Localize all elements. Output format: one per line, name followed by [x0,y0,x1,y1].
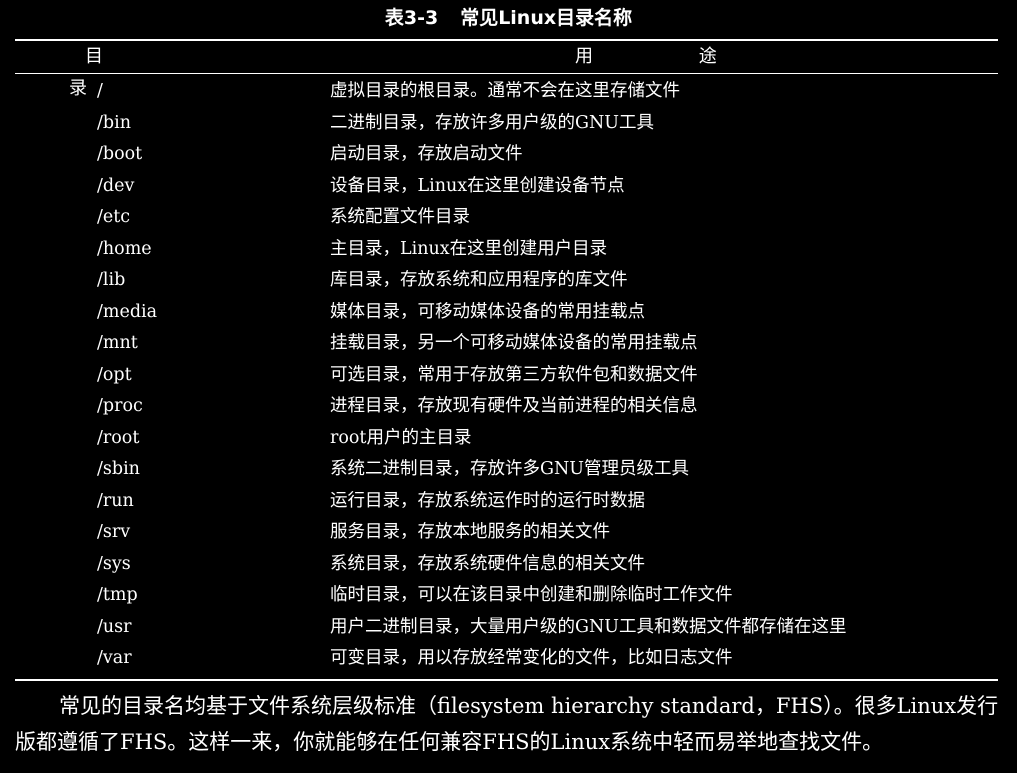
directory-cell: /root [97,427,140,448]
directory-cell: /home [97,238,152,259]
table-row: /var 可变目录，用以存放经常变化的文件，比如日志文件 [15,643,998,675]
directory-cell: /srv [97,522,131,542]
directory-cell: /media [97,301,158,322]
directory-cell: / [97,81,103,101]
table-row: /tmp 临时目录，可以在该目录中创建和删除临时工作文件 [15,580,998,612]
purpose-cell: 设备目录，Linux在这里创建设备节点 [330,175,625,196]
purpose-cell: root用户的主目录 [330,427,472,448]
directory-cell: /boot [97,144,143,164]
directory-cell: /opt [97,364,132,385]
table-row: /run 运行目录，存放系统运作时的运行时数据 [15,486,998,518]
table-bottom-rule [15,678,998,681]
purpose-cell: 库目录，存放系统和应用程序的库文件 [330,270,628,290]
directory-cell: /etc [97,207,131,227]
purpose-cell: 临时目录，可以在该目录中创建和删除临时工作文件 [330,585,733,605]
table-row: /usr 用户二进制目录，大量用户级的GNU工具和数据文件都存储在这里 [15,612,998,644]
directory-cell: /proc [97,396,143,416]
header-purpose: 用 途 [575,46,767,67]
table-row: /sys 系统目录，存放系统硬件信息的相关文件 [15,549,998,581]
directory-cell: /tmp [97,585,138,605]
table-row: / 虚拟目录的根目录。通常不会在这里存储文件 [15,76,998,108]
table-caption: 表3-3 常见Linux目录名称 [0,4,1017,32]
table-row: /mnt 挂载目录，另一个可移动媒体设备的常用挂载点 [15,328,998,360]
purpose-cell: 可变目录，用以存放经常变化的文件，比如日志文件 [330,648,733,668]
purpose-cell: 用户二进制目录，大量用户级的GNU工具和数据文件都存储在这里 [330,616,847,637]
table-row: /sbin 系统二进制目录，存放许多GNU管理员级工具 [15,454,998,486]
body-paragraph: 常见的目录名均基于文件系统层级标准（filesystem hierarchy s… [15,694,999,754]
purpose-cell: 主目录，Linux在这里创建用户目录 [330,238,608,259]
purpose-cell: 系统配置文件目录 [330,207,470,227]
directory-cell: /dev [97,175,135,196]
purpose-cell: 二进制目录，存放许多用户级的GNU工具 [330,112,655,133]
purpose-cell: 媒体目录，可移动媒体设备的常用挂载点 [330,301,645,322]
directory-cell: /var [97,648,132,668]
directory-cell: /usr [97,616,132,637]
purpose-cell: 启动目录，存放启动文件 [330,144,523,164]
purpose-cell: 可选目录，常用于存放第三方软件包和数据文件 [330,364,698,385]
table-row: /proc 进程目录，存放现有硬件及当前进程的相关信息 [15,391,998,423]
directory-cell: /mnt [97,333,138,353]
directory-cell: /bin [97,112,131,133]
purpose-cell: 运行目录，存放系统运作时的运行时数据 [330,490,645,511]
table-row: /bin 二进制目录，存放许多用户级的GNU工具 [15,108,998,140]
directory-cell: /run [97,490,134,511]
purpose-cell: 系统二进制目录，存放许多GNU管理员级工具 [330,459,690,479]
table-row: /srv 服务目录，存放本地服务的相关文件 [15,517,998,549]
table-row: /media 媒体目录，可移动媒体设备的常用挂载点 [15,297,998,329]
purpose-cell: 虚拟目录的根目录。通常不会在这里存储文件 [330,81,680,101]
table-row: /boot 启动目录，存放启动文件 [15,139,998,171]
table-number: 表3-3 [384,7,439,29]
table-row: /lib 库目录，存放系统和应用程序的库文件 [15,265,998,297]
directory-cell: /lib [97,270,126,290]
table-row: /opt 可选目录，常用于存放第三方软件包和数据文件 [15,360,998,392]
table-title: 常见Linux目录名称 [460,7,633,29]
table-row: /home 主目录，Linux在这里创建用户目录 [15,234,998,266]
purpose-cell: 进程目录，存放现有硬件及当前进程的相关信息 [330,396,698,416]
table-row: /etc 系统配置文件目录 [15,202,998,234]
table-body: / 虚拟目录的根目录。通常不会在这里存储文件/bin 二进制目录，存放许多用户级的G… [15,74,998,679]
directory-cell: /sys [97,553,131,574]
directory-table: 目 录 用 途 / 虚拟目录的根目录。通常不会在这里存储文件/bin 二进制目录，存… [15,39,998,681]
table-header-row: 目 录 用 途 [15,41,998,99]
table-row: /root root用户的主目录 [15,423,998,455]
purpose-cell: 服务目录，存放本地服务的相关文件 [330,522,610,542]
table-row: /dev 设备目录，Linux在这里创建设备节点 [15,171,998,203]
purpose-cell: 挂载目录，另一个可移动媒体设备的常用挂载点 [330,333,698,353]
directory-cell: /sbin [97,459,140,479]
purpose-cell: 系统目录，存放系统硬件信息的相关文件 [330,553,645,574]
